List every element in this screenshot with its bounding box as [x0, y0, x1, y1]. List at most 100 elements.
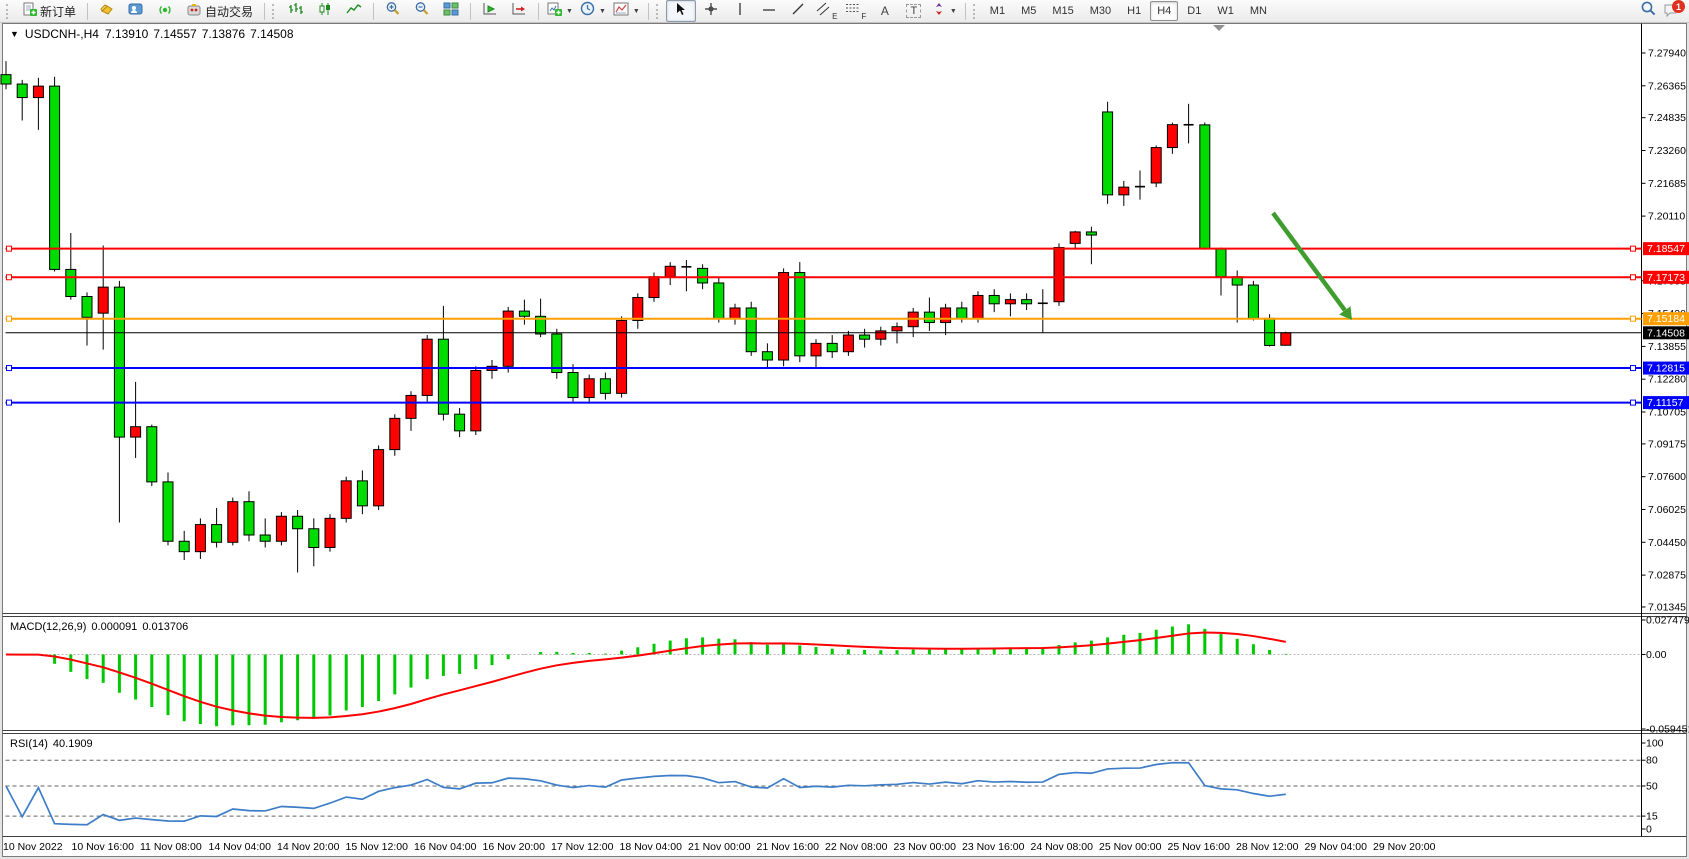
rsi-value: 40.1909: [53, 738, 93, 750]
candle-down: [714, 283, 724, 318]
line-handle[interactable]: [7, 275, 12, 280]
search-icon[interactable]: [1640, 0, 1657, 22]
candle-up: [1119, 187, 1129, 195]
horizontal-line-tool-button[interactable]: [755, 1, 783, 21]
crosshair-tool-button[interactable]: [697, 1, 725, 21]
candle-up: [228, 502, 238, 543]
one-click-trading-expand-icon[interactable]: ▼: [10, 29, 19, 39]
timeframe-button-W1[interactable]: W1: [1210, 1, 1241, 21]
chart-canvas: 7.279407.263657.248357.232607.216857.201…: [0, 0, 1689, 859]
new-order-icon: [22, 2, 37, 20]
candle-down: [762, 352, 772, 360]
line-handle[interactable]: [1631, 246, 1636, 251]
cursor-tool-button[interactable]: [666, 0, 696, 22]
candle-down: [455, 414, 465, 431]
market-watch-button[interactable]: [93, 1, 121, 21]
timeframe-button-MN[interactable]: MN: [1243, 1, 1274, 21]
timeframe-button-M15[interactable]: M15: [1045, 1, 1080, 21]
candle-up: [471, 370, 481, 430]
candle-down: [1248, 285, 1258, 318]
line-handle[interactable]: [7, 316, 12, 321]
candle-up: [941, 308, 951, 323]
signals-button[interactable]: [151, 1, 179, 21]
toolbar-separator: [965, 3, 966, 20]
candle-up: [98, 287, 108, 313]
candle-up: [276, 516, 286, 541]
candle-up: [1167, 125, 1177, 148]
fibonacci-tool-button[interactable]: F: [842, 1, 870, 21]
candle-down: [147, 427, 157, 482]
crosshair-icon: [704, 2, 718, 21]
ohlc-close: 7.14508: [250, 27, 293, 41]
candle-down: [746, 308, 756, 352]
candle-down: [795, 273, 805, 356]
candle-up: [33, 86, 43, 97]
timeframe-button-M5[interactable]: M5: [1014, 1, 1043, 21]
auto-trading-button[interactable]: 自动交易: [180, 1, 259, 21]
toolbar-grip[interactable]: [6, 4, 11, 19]
horizontal-line-icon: [762, 2, 776, 20]
toolbar-grip[interactable]: [272, 4, 277, 19]
bar-chart-button[interactable]: [282, 1, 310, 21]
auto-scroll-button[interactable]: [476, 1, 504, 21]
line-handle[interactable]: [7, 246, 12, 251]
time-scale[interactable]: [3, 838, 1687, 856]
vertical-line-tool-button[interactable]: [726, 1, 754, 21]
macd-main-value: 0.000091: [91, 621, 137, 633]
timeframe-button-H4[interactable]: H4: [1150, 1, 1178, 21]
bars-icon: [288, 2, 304, 21]
candle-down: [357, 481, 367, 506]
toolbar-grip[interactable]: [656, 4, 661, 19]
text-tool-icon: A: [881, 4, 889, 18]
candle-up: [406, 395, 416, 418]
timeframe-button-D1[interactable]: D1: [1180, 1, 1208, 21]
timeframe-button-H1[interactable]: H1: [1120, 1, 1148, 21]
candle-up: [341, 481, 351, 518]
line-handle[interactable]: [1631, 400, 1636, 405]
price-scale[interactable]: [1642, 24, 1688, 836]
chart-shift-button[interactable]: [505, 1, 533, 21]
notifications-button[interactable]: 1: [1663, 2, 1683, 20]
channel-tool-button[interactable]: E: [813, 1, 841, 21]
new-chart-button[interactable]: ▼: [544, 1, 576, 21]
candle-up: [1281, 333, 1291, 345]
line-handle[interactable]: [7, 366, 12, 371]
arrows-icon: [932, 2, 946, 21]
line-handle[interactable]: [7, 400, 12, 405]
text-label-tool-button[interactable]: T: [900, 1, 928, 21]
channel-icon: [816, 2, 832, 21]
cursor-icon: [674, 2, 687, 21]
timeframe-button-M1[interactable]: M1: [983, 1, 1012, 21]
candle-up: [665, 266, 675, 276]
candle-up: [876, 331, 886, 339]
toolbar-separator: [470, 3, 471, 20]
trendline-icon: [791, 2, 805, 21]
toolbar-separator: [87, 3, 88, 20]
candle-up: [195, 525, 205, 552]
arrows-tool-button[interactable]: ▼: [929, 1, 960, 21]
rsi-indicator-label: RSI(14) 40.1909: [10, 738, 93, 750]
trendline-tool-button[interactable]: [784, 1, 812, 21]
line-handle[interactable]: [1631, 366, 1636, 371]
candle-down: [212, 525, 222, 543]
candlestick-chart-button[interactable]: [311, 1, 339, 21]
candle-up: [843, 335, 853, 352]
community-button[interactable]: [122, 1, 150, 21]
candle-up: [1005, 300, 1015, 304]
zoom-out-button[interactable]: [408, 1, 436, 21]
candle-up: [131, 427, 141, 437]
toolbar-grip[interactable]: [973, 4, 978, 19]
zoom-in-button[interactable]: [379, 1, 407, 21]
timeframe-button-M30[interactable]: M30: [1083, 1, 1118, 21]
line-handle[interactable]: [1631, 316, 1636, 321]
chart-shift-icon: [511, 2, 527, 21]
tile-windows-button[interactable]: [437, 1, 465, 21]
text-tool-button[interactable]: A: [871, 1, 899, 21]
line-chart-button[interactable]: [340, 1, 368, 21]
periods-button[interactable]: ▼: [577, 1, 609, 21]
templates-button[interactable]: ▼: [610, 1, 643, 21]
line-handle[interactable]: [1631, 275, 1636, 280]
candle-down: [114, 287, 124, 437]
new-order-button[interactable]: 新订单: [16, 1, 82, 21]
ohlc-high: 7.14557: [153, 27, 196, 41]
